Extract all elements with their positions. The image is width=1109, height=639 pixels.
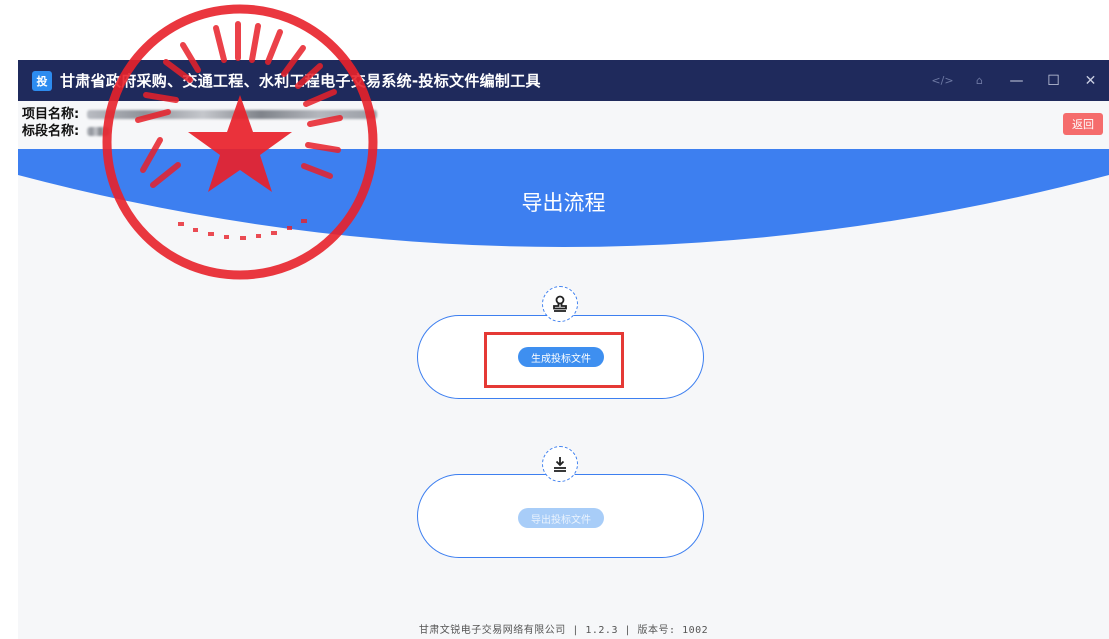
section-name-redacted — [87, 127, 110, 136]
footer-text: 甘肃文锐电子交易网络有限公司 | 1.2.3 | 版本号: 1002 — [418, 625, 709, 636]
section-name-label: 标段名称: — [22, 124, 80, 139]
home-icon[interactable]: ⌂ — [961, 60, 998, 101]
window-title: 甘肃省政府采购、交通工程、水利工程电子交易系统-投标文件编制工具 — [60, 72, 541, 90]
banner-title: 导出流程 — [521, 191, 606, 215]
process-banner: 导出流程 — [18, 149, 1109, 284]
maximize-icon[interactable]: ☐ — [1035, 60, 1072, 101]
project-name-redacted — [87, 110, 378, 119]
download-icon — [542, 446, 578, 482]
highlight-box — [484, 332, 624, 388]
project-name-label: 项目名称: — [22, 107, 80, 122]
export-bid-file-button[interactable]: 导出投标文件 — [518, 508, 604, 528]
minimize-icon[interactable]: — — [998, 60, 1035, 101]
project-info: 项目名称: 标段名称: — [22, 106, 378, 140]
app-logo-icon: 投 — [32, 70, 52, 91]
stamp-icon — [542, 286, 578, 322]
app-window: 投 甘肃省政府采购、交通工程、水利工程电子交易系统-投标文件编制工具 </> ⌂… — [18, 60, 1109, 639]
back-button[interactable]: 返回 — [1063, 113, 1103, 135]
section-name-row: 标段名称: — [22, 123, 377, 140]
close-icon[interactable]: ✕ — [1072, 60, 1109, 101]
title-bar: 投 甘肃省政府采购、交通工程、水利工程电子交易系统-投标文件编制工具 </> ⌂… — [18, 60, 1109, 101]
project-name-row: 项目名称: — [22, 106, 378, 123]
code-icon[interactable]: </> — [924, 60, 961, 101]
window-controls: </> ⌂ — ☐ ✕ — [924, 60, 1109, 101]
